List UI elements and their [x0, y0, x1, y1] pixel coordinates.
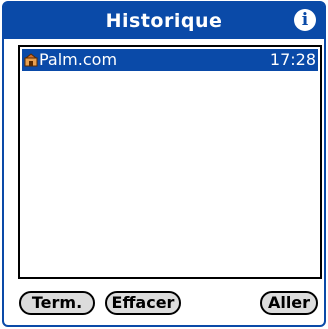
history-item[interactable]: Palm.com 17:28: [22, 49, 318, 71]
title-bar: Historique i: [4, 3, 324, 39]
dialog-title: Historique: [105, 10, 223, 32]
clear-button[interactable]: Effacer: [105, 291, 181, 315]
history-item-time: 17:28: [269, 50, 316, 69]
history-dialog: Historique i Palm.com 17:28 Term. Efface…: [2, 1, 326, 327]
bookmark-globe-icon: [24, 53, 38, 67]
history-item-label: Palm.com: [39, 50, 118, 69]
info-icon[interactable]: i: [294, 9, 316, 31]
go-button[interactable]: Aller: [260, 291, 318, 315]
done-button[interactable]: Term.: [19, 291, 95, 315]
history-list: Palm.com 17:28: [18, 45, 322, 279]
